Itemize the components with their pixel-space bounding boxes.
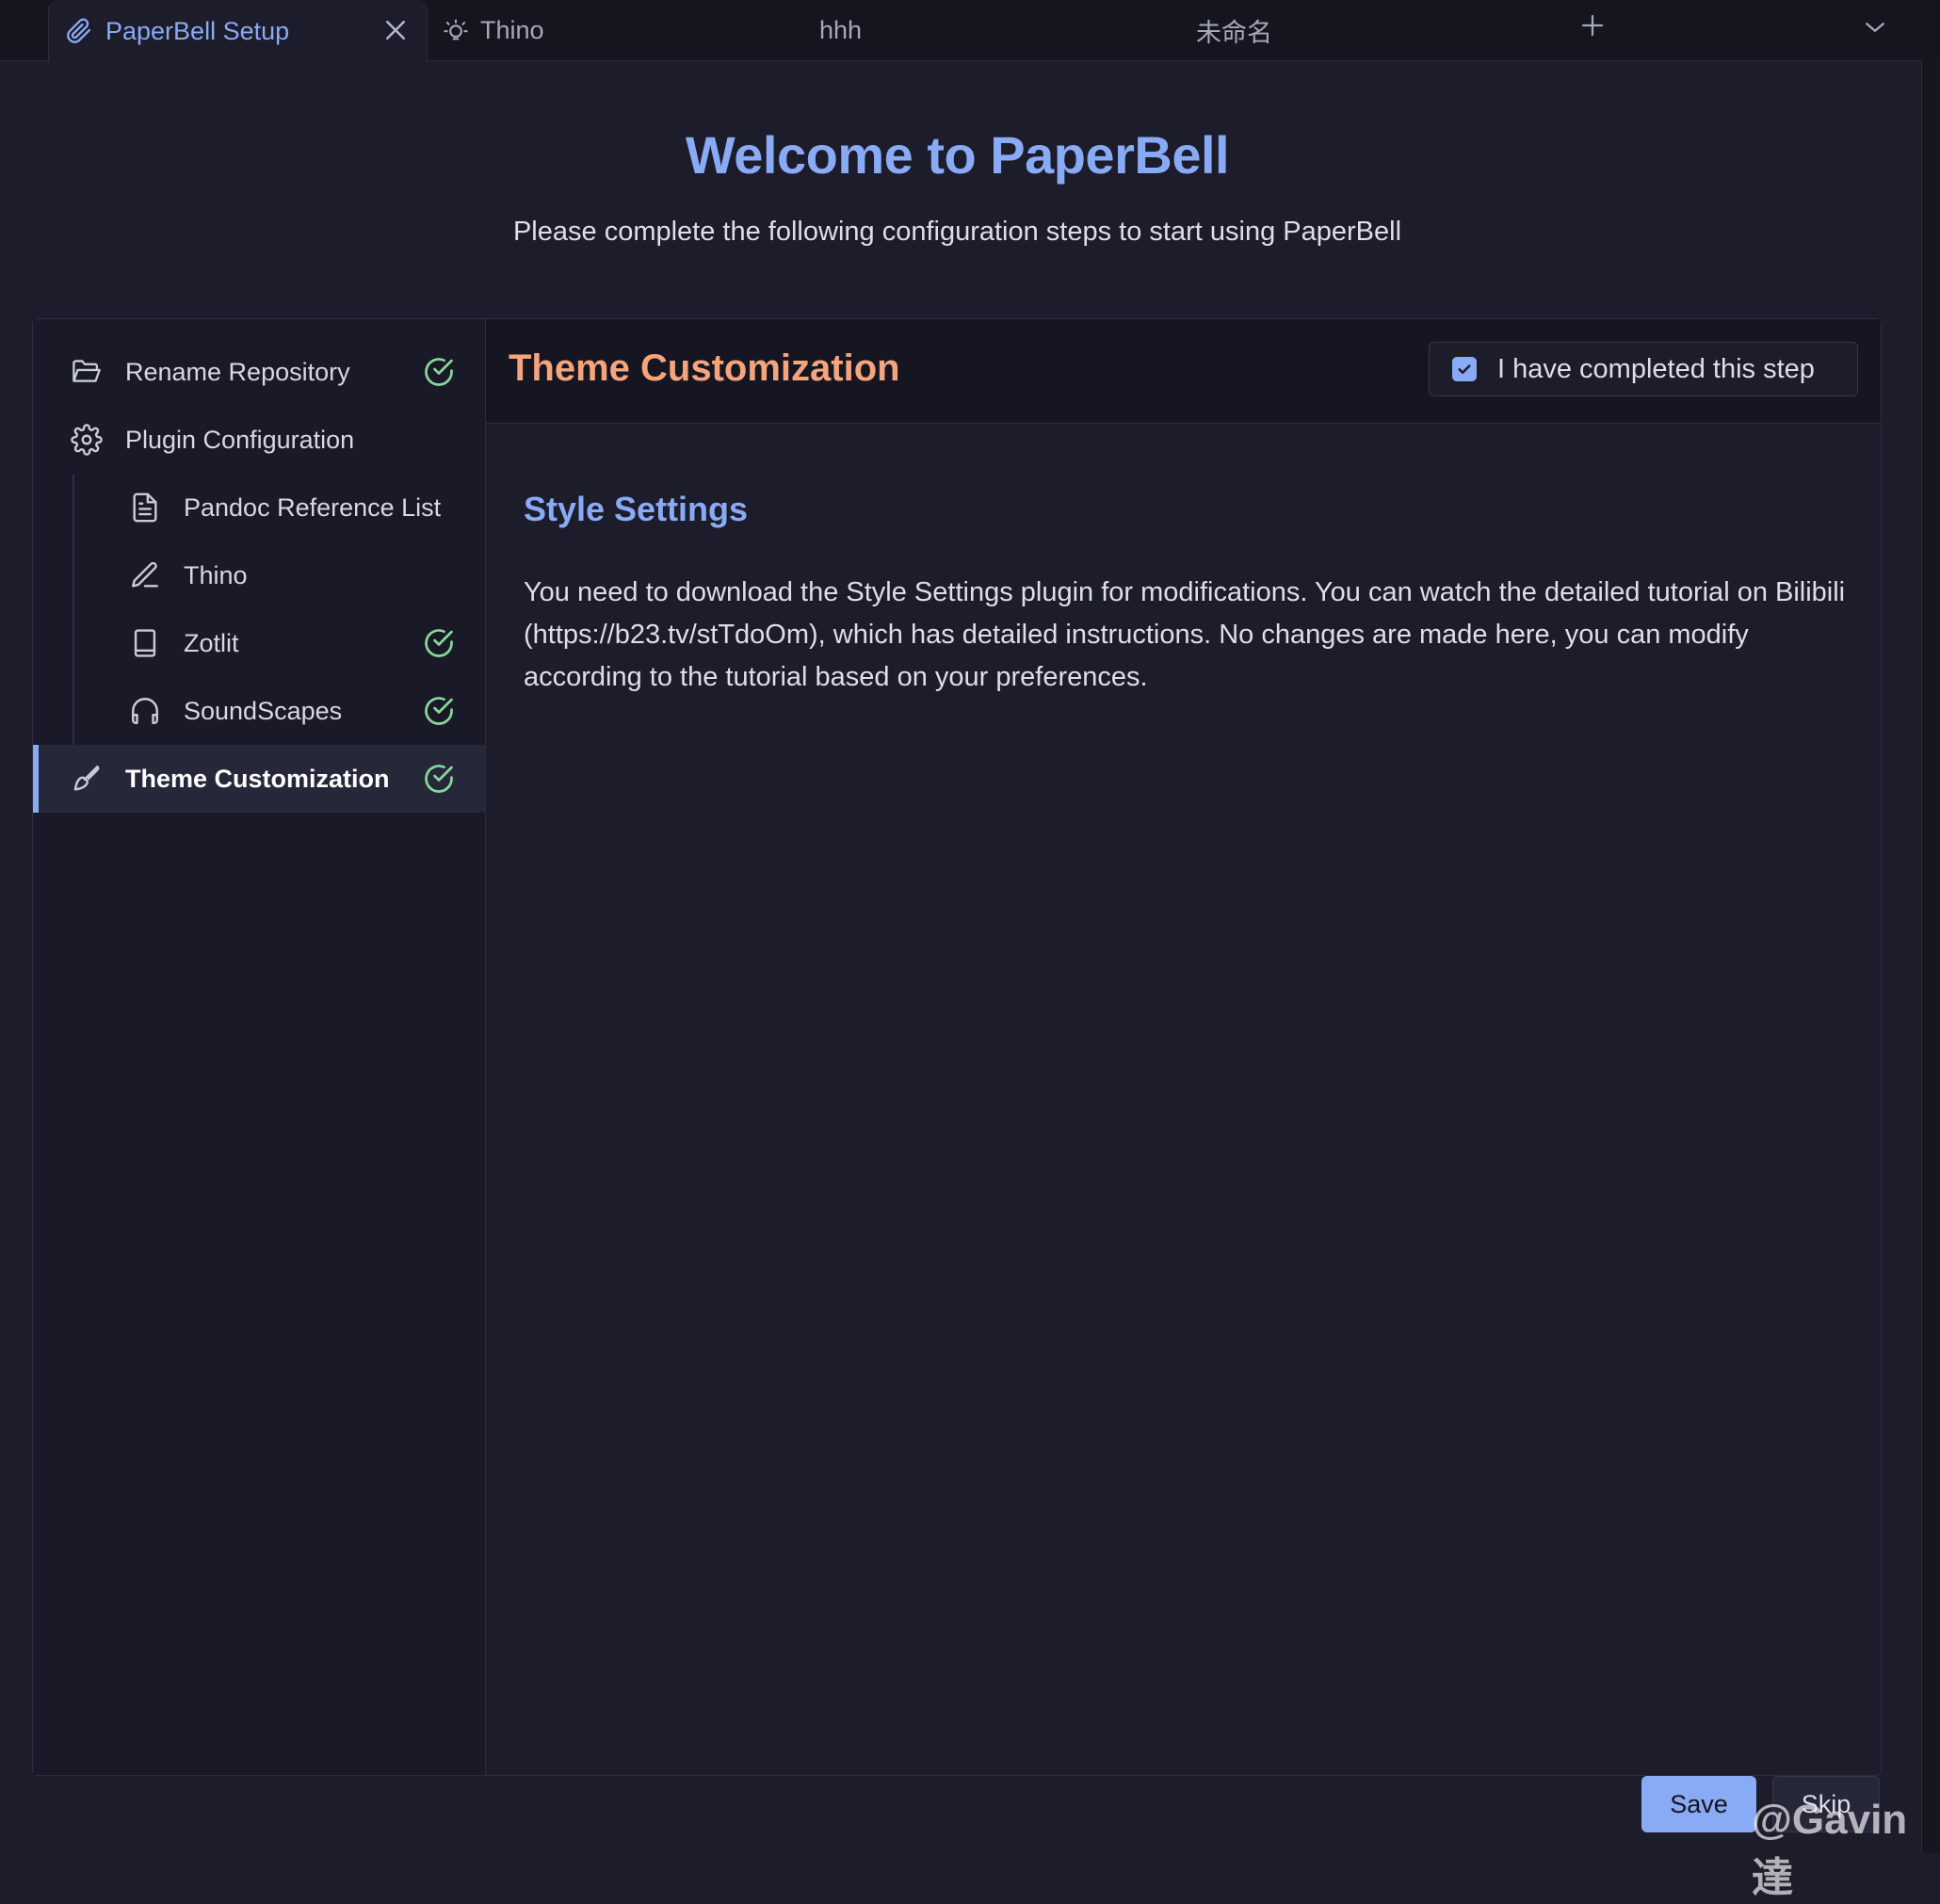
sidebar-item-thino[interactable]: Thino bbox=[33, 541, 485, 609]
headphones-icon bbox=[129, 695, 161, 727]
page-subtitle: Please complete the following configurat… bbox=[512, 217, 1402, 247]
step-header: Theme Customization I have completed thi… bbox=[486, 319, 1881, 424]
sidebar-item-label: Plugin Configuration bbox=[125, 425, 355, 454]
sidebar-item-theme-customization[interactable]: Theme Customization bbox=[33, 745, 485, 813]
step-complete-checkbox[interactable]: I have completed this step bbox=[1429, 342, 1858, 396]
tab-label: Thino bbox=[480, 15, 544, 44]
page-title: Welcome to PaperBell bbox=[685, 125, 1230, 185]
sidebar-item-zotlit[interactable]: Zotlit bbox=[33, 609, 485, 677]
tab-bar: PaperBell Setup Thino hhh 未命名 bbox=[0, 0, 1940, 62]
tab-label: PaperBell Setup bbox=[105, 16, 290, 45]
sidebar-item-soundscapes[interactable]: SoundScapes bbox=[33, 677, 485, 745]
sidebar-item-pandoc-reference-list[interactable]: Pandoc Reference List bbox=[33, 474, 485, 541]
tab-label: 未命名 bbox=[1196, 18, 1272, 47]
window-edge bbox=[1921, 60, 1940, 1853]
check-circle-icon bbox=[422, 694, 456, 728]
paperclip-icon bbox=[66, 18, 92, 44]
sidebar-item-label: Theme Customization bbox=[125, 764, 390, 793]
book-icon bbox=[129, 627, 161, 659]
steps-sidebar: Rename Repository Plugin Configuration P… bbox=[33, 319, 486, 1775]
sidebar-item-label: Thino bbox=[184, 560, 248, 589]
tab-paperbell-setup[interactable]: PaperBell Setup bbox=[48, 0, 428, 62]
pen-icon bbox=[129, 559, 161, 591]
gear-icon bbox=[71, 424, 103, 456]
step-title: Theme Customization bbox=[509, 347, 900, 389]
watermark: @Gavin達 bbox=[1752, 1797, 1908, 1901]
chevron-down-icon[interactable] bbox=[1861, 13, 1889, 41]
plus-icon[interactable] bbox=[1578, 11, 1607, 40]
sidebar-item-label: Zotlit bbox=[184, 628, 239, 657]
sidebar-item-label: SoundScapes bbox=[184, 696, 343, 725]
check-circle-icon bbox=[422, 762, 456, 796]
close-icon[interactable] bbox=[381, 16, 410, 44]
tab-unnamed[interactable]: 未命名 bbox=[1196, 0, 1272, 60]
save-button[interactable]: Save bbox=[1641, 1776, 1756, 1832]
folder-open-icon bbox=[71, 358, 103, 386]
tab-thino[interactable]: Thino bbox=[443, 0, 544, 60]
section-title: Style Settings bbox=[524, 490, 749, 528]
check-circle-icon bbox=[422, 626, 456, 660]
sidebar-item-rename-repository[interactable]: Rename Repository bbox=[33, 338, 485, 406]
checkbox-checked-icon[interactable] bbox=[1452, 357, 1477, 381]
tab-hhh[interactable]: hhh bbox=[819, 0, 862, 60]
lightbulb-icon bbox=[443, 17, 469, 43]
sidebar-item-plugin-configuration[interactable]: Plugin Configuration bbox=[33, 406, 485, 474]
sidebar-item-label: Rename Repository bbox=[125, 357, 350, 386]
step-complete-label: I have completed this step bbox=[1497, 353, 1815, 384]
check-circle-icon bbox=[422, 355, 456, 389]
brush-icon bbox=[71, 763, 103, 795]
setup-panel: Rename Repository Plugin Configuration P… bbox=[32, 318, 1882, 1776]
tab-label: hhh bbox=[819, 15, 863, 44]
section-description: You need to download the Style Settings … bbox=[524, 577, 1846, 692]
sidebar-item-label: Pandoc Reference List bbox=[184, 492, 442, 522]
document-icon bbox=[129, 492, 161, 524]
